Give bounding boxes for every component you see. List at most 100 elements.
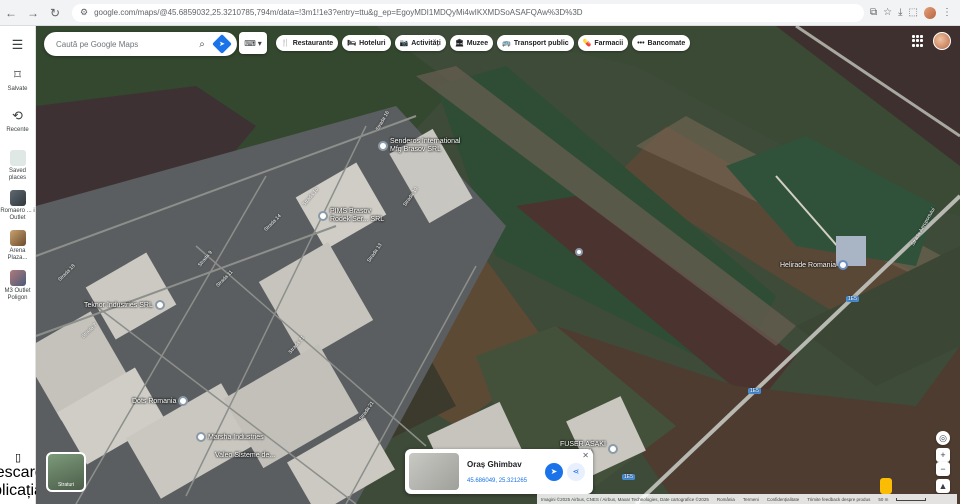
download-app-button[interactable]: ▯ Descarcă aplicația xyxy=(0,451,52,500)
compass-button[interactable]: ▲ xyxy=(936,479,950,493)
chip-atms[interactable]: ••• Bancomate xyxy=(632,35,691,51)
chip-hotels[interactable]: 🛏 Hoteluri xyxy=(342,35,391,51)
rail-label-place-3: M3 Outlet Poligon xyxy=(4,288,31,301)
place-label: PIMS Brasov xyxy=(330,208,371,215)
place-label: Dots Romania xyxy=(132,397,177,405)
profile-avatar[interactable] xyxy=(924,6,936,19)
my-location-button[interactable]: ◎ xyxy=(936,431,950,445)
saved-places-icon xyxy=(9,150,26,166)
chip-transit[interactable]: 🚌 Transport public xyxy=(497,35,574,51)
directions-icon: ➤ xyxy=(219,41,225,48)
chip-museums[interactable]: 🏛 Muzee xyxy=(449,35,494,51)
place-thumbnail xyxy=(9,230,26,246)
place-marker-dots[interactable]: Dots Romania xyxy=(132,396,189,406)
museum-icon: 🏛 xyxy=(454,40,464,47)
rail-item-recent-place-1[interactable]: Romaero ... i Outlet xyxy=(0,190,36,222)
street-view-pegman[interactable] xyxy=(880,478,892,494)
chip-label: Bancomate xyxy=(647,39,686,47)
place-marker-teknor[interactable]: Teknor Industries SRL xyxy=(84,300,165,310)
place-thumbnail[interactable] xyxy=(409,453,459,490)
place-label: Mfg Brasov SRL xyxy=(390,146,441,153)
place-label: Marsha Industries xyxy=(208,433,264,441)
place-coordinates[interactable]: 45.686049, 25.321265 xyxy=(467,478,545,484)
layers-label: Straturi xyxy=(57,482,75,488)
bus-icon: 🚌 xyxy=(502,40,511,47)
search-box[interactable]: Caută pe Google Maps ⌕ ➤ xyxy=(44,32,237,56)
chip-label: Restaurante xyxy=(292,39,334,47)
place-marker-senderos[interactable]: Senderos International Mfg Brasov SRL xyxy=(378,138,460,154)
history-icon: ⟲ xyxy=(12,108,23,123)
place-marker-marsha[interactable]: Marsha Industries xyxy=(196,432,264,442)
google-apps-icon[interactable] xyxy=(912,35,924,47)
country-label[interactable]: România xyxy=(717,497,735,502)
location-dot[interactable] xyxy=(575,248,583,256)
rail-item-recent-place-3[interactable]: M3 Outlet Poligon xyxy=(0,270,36,302)
address-bar[interactable]: ⚙ google.com/maps/@45.6859032,25.3210785… xyxy=(72,3,865,22)
browser-toolbar: ← → ↻ ⚙ google.com/maps/@45.6859032,25.3… xyxy=(0,0,960,26)
rail-item-saved-places[interactable]: Saved places xyxy=(0,150,36,182)
map-type-button[interactable]: ⌨ ▾ xyxy=(239,32,267,54)
rail-label-saved-places: Saved places xyxy=(8,168,27,181)
place-marker-helirade[interactable]: Helirade Romania xyxy=(780,260,849,270)
extensions-icon[interactable]: ⬚ xyxy=(909,7,918,18)
chevron-down-icon: ▾ xyxy=(257,38,262,48)
chip-label: Farmacii xyxy=(594,39,624,47)
privacy-link[interactable]: Confidențialitate xyxy=(767,497,799,502)
zoom-in-button[interactable]: + xyxy=(936,448,950,462)
chip-activities[interactable]: 📷 Activități xyxy=(394,35,446,51)
place-title[interactable]: Oraș Ghimbav xyxy=(467,460,545,469)
target-icon: ◎ xyxy=(939,432,947,443)
scale-label[interactable]: 50 m xyxy=(878,497,888,502)
directions-button[interactable]: ➤ xyxy=(545,462,563,481)
phone-icon: ▯ xyxy=(14,452,22,464)
hamburger-menu-icon: ☰ xyxy=(11,37,24,52)
scale-bar xyxy=(896,497,927,501)
browser-menu-icon[interactable]: ⋮ xyxy=(942,7,952,18)
account-avatar[interactable] xyxy=(933,32,951,50)
feedback-link[interactable]: Trimite feedback despre produs xyxy=(807,497,870,502)
place-marker-valeo[interactable]: Valeo Sisteme de... xyxy=(215,452,275,459)
share-button[interactable]: ⋖ xyxy=(567,462,585,481)
rail-label-saved: Salvate xyxy=(7,86,28,92)
place-label: Helirade Romania xyxy=(780,261,837,269)
rail-item-saved[interactable]: ⌑ Salvate xyxy=(0,66,36,93)
download-icon[interactable]: ⤓ xyxy=(898,7,902,18)
site-info-icon[interactable]: ⚙ xyxy=(80,7,88,18)
bookmark-star-icon[interactable]: ☆ xyxy=(883,7,892,18)
install-app-icon[interactable]: ⧉ xyxy=(870,7,877,18)
directions-icon: ➤ xyxy=(550,467,558,476)
place-label: Rodek Ser... SRL xyxy=(330,216,385,223)
terms-link[interactable]: Termeni xyxy=(743,497,759,502)
menu-button[interactable]: ☰ xyxy=(0,36,36,54)
place-pin-icon xyxy=(838,260,849,270)
rail-label-place-1: Romaero ... i Outlet xyxy=(0,208,35,221)
place-pin-icon xyxy=(178,396,189,406)
forward-icon[interactable]: → xyxy=(22,2,44,24)
rail-item-recent-place-2[interactable]: Arena Plaza... xyxy=(0,230,36,262)
directions-button[interactable]: ➤ xyxy=(212,34,232,54)
place-info-card[interactable]: Oraș Ghimbav 45.686049, 25.321265 ➤ ⋖ ✕ xyxy=(405,449,593,494)
place-pin-icon xyxy=(378,141,388,151)
place-marker-pims[interactable]: PIMS Brasov Rodek Ser... SRL xyxy=(318,208,384,224)
place-pin-icon xyxy=(196,432,206,442)
road-shield: 1E5 xyxy=(622,474,635,480)
left-rail: ☰ ⌑ Salvate ⟲ Recente Saved places Romae… xyxy=(0,26,52,504)
compass-icon: ▲ xyxy=(938,481,948,491)
back-icon[interactable]: ← xyxy=(0,2,22,24)
search-icon[interactable]: ⌕ xyxy=(195,37,209,51)
search-input[interactable]: Caută pe Google Maps xyxy=(56,40,195,49)
imagery-attribution: Imagini ©2025 Airbus, CNES / Airbus, Max… xyxy=(541,496,709,502)
plus-icon: + xyxy=(940,450,946,460)
place-thumbnail xyxy=(9,270,26,286)
chip-restaurants[interactable]: 🍴 Restaurante xyxy=(276,35,339,51)
fork-knife-icon: 🍴 xyxy=(281,40,290,47)
chip-pharmacies[interactable]: 💊 Farmacii xyxy=(577,35,629,51)
rail-item-recent[interactable]: ⟲ Recente xyxy=(0,107,36,134)
road-shield: 1E5 xyxy=(748,388,761,394)
layers-toggle[interactable]: Straturi xyxy=(46,452,86,492)
zoom-out-button[interactable]: − xyxy=(936,462,950,476)
reload-icon[interactable]: ↻ xyxy=(44,2,66,24)
share-icon: ⋖ xyxy=(572,467,580,476)
close-icon[interactable]: ✕ xyxy=(582,451,589,460)
rail-label-recent: Recente xyxy=(6,127,29,133)
